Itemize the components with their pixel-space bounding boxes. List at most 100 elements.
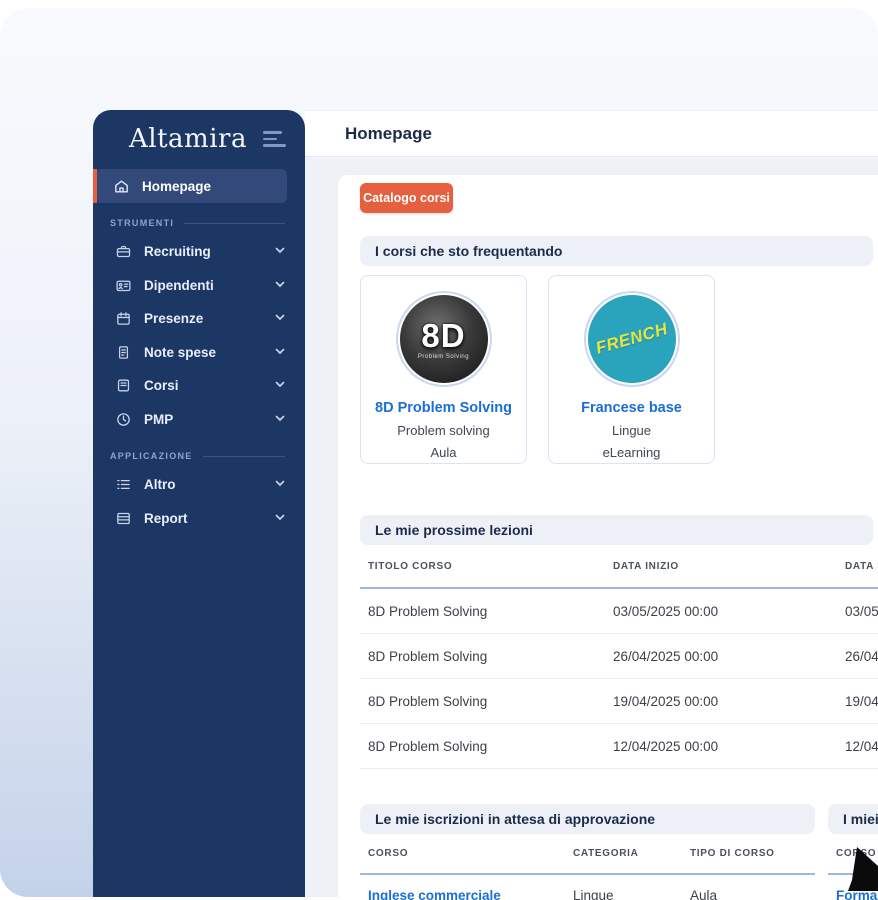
badge-caption: Problem Solving bbox=[417, 353, 470, 360]
section-attending-title: I corsi che sto frequentando bbox=[360, 236, 873, 266]
content-background: Catalogo corsi I corsi che sto frequenta… bbox=[305, 158, 878, 900]
sidebar-group-applicazione: APPLICAZIONE bbox=[110, 451, 285, 461]
active-accent-bar bbox=[93, 169, 97, 203]
cell-start-date: 03/05/2025 00:00 bbox=[613, 603, 719, 619]
course-image-8d: 8D Problem Solving bbox=[399, 295, 488, 383]
section-title-text: Le mie iscrizioni in attesa di approvazi… bbox=[375, 811, 656, 827]
lessons-table: TITOLO CORSO DATA INIZIO DATA FINE 8D Pr… bbox=[360, 545, 878, 769]
sidebar-item-presenze[interactable]: Presenze bbox=[93, 302, 305, 336]
briefcase-icon bbox=[115, 243, 132, 260]
bottom-panels: Le mie iscrizioni in attesa di approvazi… bbox=[360, 804, 878, 900]
course-category: Problem solving bbox=[397, 423, 490, 438]
sidebar-item-label: Recruiting bbox=[144, 244, 211, 260]
altamira-logo: Altamira bbox=[129, 124, 247, 154]
sidebar-item-altro[interactable]: Altro bbox=[93, 468, 305, 502]
section-title-text: Le mie prossime lezioni bbox=[375, 522, 533, 538]
pending-table-header: CORSO CATEGORIA TIPO DI CORSO bbox=[360, 834, 815, 873]
home-icon bbox=[113, 178, 130, 195]
sidebar-item-report[interactable]: Report bbox=[93, 502, 305, 536]
cell-end-date: 19/04/2025 00:00 bbox=[845, 693, 878, 709]
chevron-down-icon bbox=[274, 278, 286, 293]
cell-course: 8D Problem Solving bbox=[368, 738, 488, 754]
cell-course: 8D Problem Solving bbox=[368, 603, 488, 619]
report-table-icon bbox=[115, 510, 132, 527]
app-window: Altamira Homepage STRUMENTI Recruiting D… bbox=[93, 110, 878, 900]
course-category: Lingue bbox=[611, 423, 652, 438]
receipt-icon bbox=[115, 344, 132, 361]
table-row: 8D Problem Solving 19/04/2025 00:00 19/0… bbox=[360, 679, 878, 724]
section-side-panel-title: I miei corsi bbox=[828, 804, 878, 834]
page-header: Homepage bbox=[305, 110, 878, 157]
group-label: STRUMENTI bbox=[110, 218, 175, 228]
sidebar-item-label: Note spese bbox=[144, 344, 217, 360]
cell-category: Lingue bbox=[573, 888, 614, 900]
course-title-link[interactable]: 8D Problem Solving bbox=[375, 400, 512, 416]
sidebar-item-homepage[interactable]: Homepage bbox=[93, 169, 287, 203]
cell-end-date: 12/04/2025 00:00 bbox=[845, 738, 878, 754]
group-label: APPLICAZIONE bbox=[110, 451, 193, 461]
course-cards-row: 8D Problem Solving 8D Problem Solving Pr… bbox=[360, 275, 878, 464]
course-title-link[interactable]: Francese base bbox=[581, 400, 682, 416]
sidebar-item-note-spese[interactable]: Note spese bbox=[93, 336, 305, 370]
sidebar-item-label: PMP bbox=[144, 411, 174, 427]
sidebar-item-label: Dipendenti bbox=[144, 277, 214, 293]
main-area: Homepage Catalogo corsi I corsi che sto … bbox=[305, 110, 878, 900]
book-icon bbox=[115, 377, 132, 394]
cell-course: 8D Problem Solving bbox=[368, 648, 488, 664]
sidebar-nav-list: Recruiting Dipendenti Presenze Note spes… bbox=[93, 235, 305, 436]
cell-end-date: 26/04/2025 00:00 bbox=[845, 648, 878, 664]
calendar-icon bbox=[115, 310, 132, 327]
chevron-down-icon bbox=[274, 345, 286, 360]
course-image-french: FRENCH bbox=[587, 295, 676, 383]
course-image-ring: 8D Problem Solving bbox=[395, 291, 492, 387]
chevron-down-icon bbox=[274, 244, 286, 259]
sidebar-item-label: Altro bbox=[144, 477, 176, 493]
hamburger-menu-icon[interactable] bbox=[261, 127, 288, 151]
sidebar-group-strumenti: STRUMENTI bbox=[110, 218, 285, 228]
section-lessons-title: Le mie prossime lezioni bbox=[360, 515, 873, 545]
section-pending-title: Le mie iscrizioni in attesa di approvazi… bbox=[360, 804, 815, 834]
chevron-down-icon bbox=[274, 511, 286, 526]
course-card-8d[interactable]: 8D Problem Solving 8D Problem Solving Pr… bbox=[360, 275, 527, 464]
lessons-table-header: TITOLO CORSO DATA INIZIO DATA FINE bbox=[360, 545, 878, 587]
course-type: Aula bbox=[430, 445, 457, 460]
cell-start-date: 19/04/2025 00:00 bbox=[613, 693, 719, 709]
sidebar-item-corsi[interactable]: Corsi bbox=[93, 369, 305, 403]
column-header-corso: CORSO bbox=[368, 848, 409, 859]
pending-enrollments-panel: Le mie iscrizioni in attesa di approvazi… bbox=[360, 804, 815, 900]
course-link[interactable]: Inglese commerciale bbox=[360, 888, 573, 900]
column-header-data-fine: DATA FINE bbox=[845, 560, 878, 572]
cell-start-date: 12/04/2025 00:00 bbox=[613, 738, 719, 754]
column-header-data-inizio: DATA INIZIO bbox=[613, 560, 679, 572]
sidebar-header: Altamira bbox=[93, 110, 305, 162]
screenshot-stage: Altamira Homepage STRUMENTI Recruiting D… bbox=[0, 0, 878, 900]
course-card-french[interactable]: FRENCH Francese base Lingue eLearning bbox=[548, 275, 715, 464]
table-row: Inglese commerciale Lingue Aula bbox=[360, 875, 815, 900]
table-row: 8D Problem Solving 03/05/2025 00:00 03/0… bbox=[360, 589, 878, 634]
badge-text: FRENCH bbox=[593, 319, 670, 358]
chevron-down-icon bbox=[274, 412, 286, 427]
table-row: 8D Problem Solving 12/04/2025 00:00 12/0… bbox=[360, 724, 878, 769]
sidebar-item-label: Presenze bbox=[144, 311, 204, 327]
table-row: 8D Problem Solving 26/04/2025 00:00 26/0… bbox=[360, 634, 878, 679]
sidebar-item-dipendenti[interactable]: Dipendenti bbox=[93, 269, 305, 303]
list-icon bbox=[115, 476, 132, 493]
sidebar-item-recruiting[interactable]: Recruiting bbox=[93, 235, 305, 269]
section-title-text: I corsi che sto frequentando bbox=[375, 243, 563, 259]
cell-type: Aula bbox=[690, 888, 718, 900]
sidebar-item-label: Report bbox=[144, 510, 188, 526]
course-type: eLearning bbox=[602, 445, 661, 460]
sidebar-item-label: Corsi bbox=[144, 378, 179, 394]
page-title: Homepage bbox=[345, 123, 432, 143]
group-divider bbox=[184, 222, 285, 224]
sidebar-item-pmp[interactable]: PMP bbox=[93, 403, 305, 437]
cell-course: 8D Problem Solving bbox=[368, 693, 488, 709]
chevron-down-icon bbox=[274, 477, 286, 492]
sidebar-item-label: Homepage bbox=[142, 178, 212, 194]
course-image-ring: FRENCH bbox=[583, 291, 680, 387]
mouse-cursor-icon bbox=[848, 847, 878, 891]
cell-end-date: 03/05/2025 00:00 bbox=[845, 603, 878, 619]
sidebar: Altamira Homepage STRUMENTI Recruiting D… bbox=[93, 110, 305, 897]
catalog-courses-button[interactable]: Catalogo corsi bbox=[360, 183, 453, 213]
column-header-titolo-corso: TITOLO CORSO bbox=[368, 560, 453, 572]
